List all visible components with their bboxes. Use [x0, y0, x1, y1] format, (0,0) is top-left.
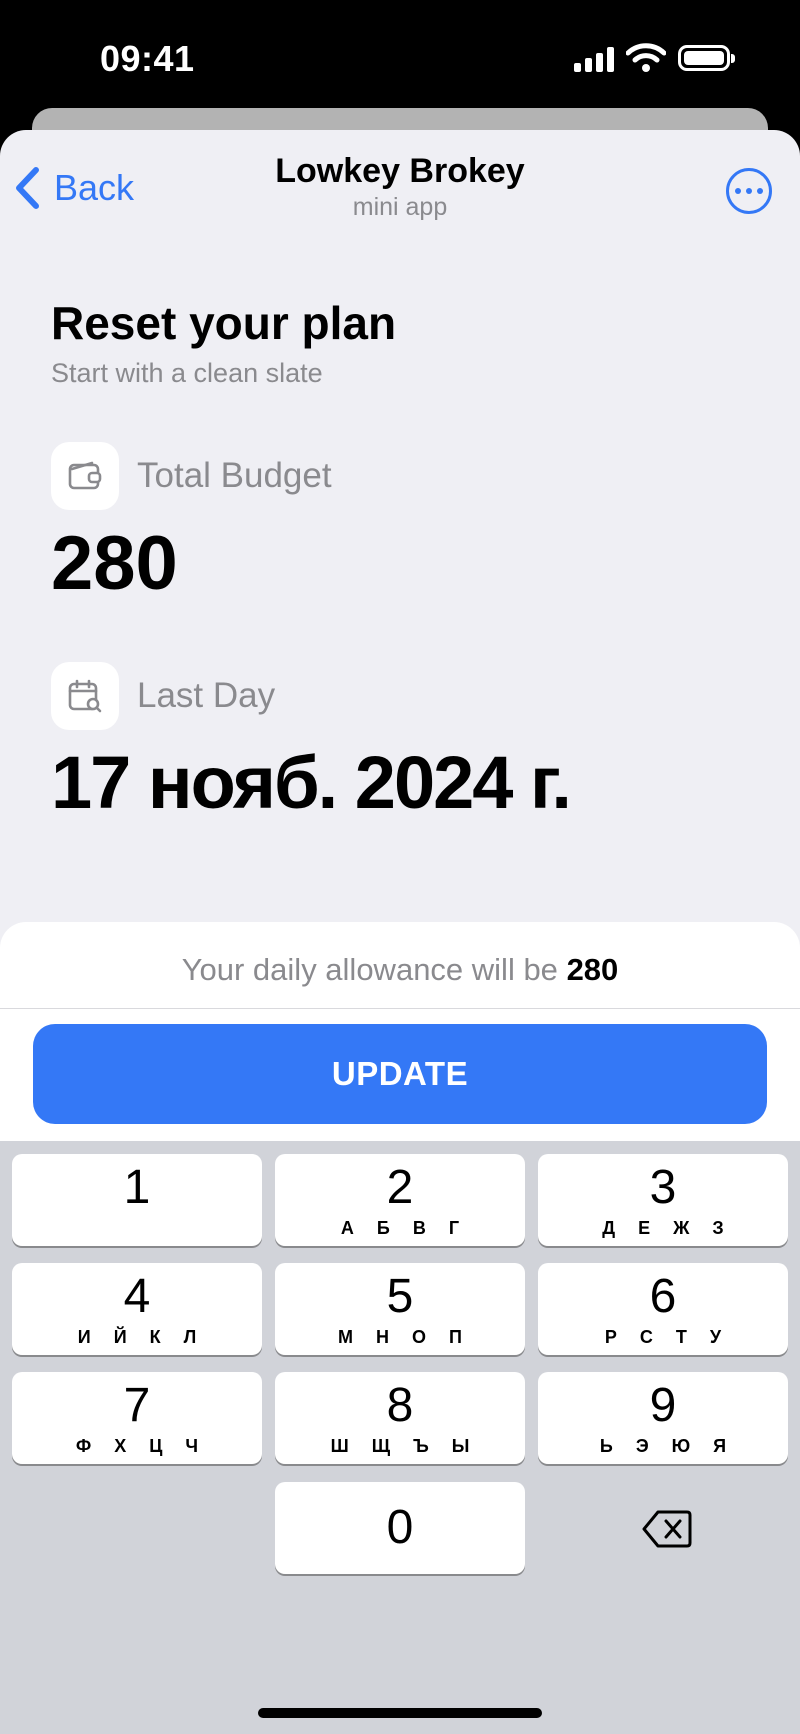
home-indicator [258, 1708, 542, 1718]
battery-icon [678, 45, 735, 71]
daily-allowance-text: Your daily allowance will be 280 [0, 952, 800, 988]
key-digit: 0 [386, 1501, 414, 1554]
key-digit: 2 [386, 1161, 414, 1214]
key-digit: 9 [649, 1379, 677, 1432]
key-6[interactable]: 6 Р С Т У [538, 1263, 788, 1355]
key-0[interactable]: 0 [275, 1482, 525, 1574]
key-digit: 7 [123, 1379, 151, 1432]
calendar-search-icon [51, 662, 119, 730]
key-5[interactable]: 5 М Н О П [275, 1263, 525, 1355]
numeric-keyboard: 1 2 А Б В Г 3 Д Е Ж З 4 И Й К Л 5 М Н О … [0, 1141, 800, 1734]
ellipsis-icon [735, 188, 741, 194]
backspace-icon[interactable] [642, 1509, 692, 1549]
key-4[interactable]: 4 И Й К Л [12, 1263, 262, 1355]
app-title: Lowkey Brokey [275, 152, 525, 190]
key-digit: 8 [386, 1379, 414, 1432]
key-letters: Ф Х Ц Ч [75, 1436, 208, 1456]
update-button[interactable]: UPDATE [33, 1024, 767, 1124]
key-digit: 6 [649, 1270, 677, 1323]
key-3[interactable]: 3 Д Е Ж З [538, 1154, 788, 1246]
more-options-button[interactable] [726, 168, 772, 214]
key-letters: Ш Щ Ъ Ы [330, 1436, 479, 1456]
page-title: Reset your plan [51, 297, 397, 349]
key-digit: 3 [649, 1161, 677, 1214]
divider [0, 1008, 800, 1009]
key-8[interactable]: 8 Ш Щ Ъ Ы [275, 1372, 525, 1464]
daily-allowance-amount: 280 [566, 952, 619, 987]
key-letters: И Й К Л [77, 1327, 206, 1347]
key-1[interactable]: 1 [12, 1154, 262, 1246]
key-digit: 1 [123, 1161, 151, 1214]
key-7[interactable]: 7 Ф Х Ц Ч [12, 1372, 262, 1464]
last-day-value[interactable]: 17 нояб. 2024 г. [51, 740, 572, 825]
page-subtitle: Start with a clean slate [51, 358, 323, 388]
key-2[interactable]: 2 А Б В Г [275, 1154, 525, 1246]
app-subtitle: mini app [352, 193, 448, 221]
daily-allowance-prefix: Your daily allowance will be [181, 952, 558, 987]
key-digit: 5 [386, 1270, 414, 1323]
total-budget-label: Total Budget [137, 456, 332, 495]
wallet-icon [51, 442, 119, 510]
cellular-signal-icon [574, 46, 614, 72]
status-time: 09:41 [100, 38, 195, 79]
key-9[interactable]: 9 Ь Э Ю Я [538, 1372, 788, 1464]
key-letters: А Б В Г [340, 1218, 469, 1238]
key-letters: М Н О П [338, 1327, 471, 1347]
key-letters: Ь Э Ю Я [599, 1436, 736, 1456]
wifi-icon [626, 43, 666, 72]
key-letters: Д Е Ж З [602, 1218, 733, 1238]
key-letters: Р С Т У [604, 1327, 731, 1347]
status-bar: 09:41 [0, 0, 800, 120]
key-digit: 4 [123, 1270, 151, 1323]
last-day-label: Last Day [137, 676, 276, 715]
nav-title-block: Lowkey Brokey mini app [0, 152, 800, 222]
total-budget-value[interactable]: 280 [51, 520, 178, 607]
